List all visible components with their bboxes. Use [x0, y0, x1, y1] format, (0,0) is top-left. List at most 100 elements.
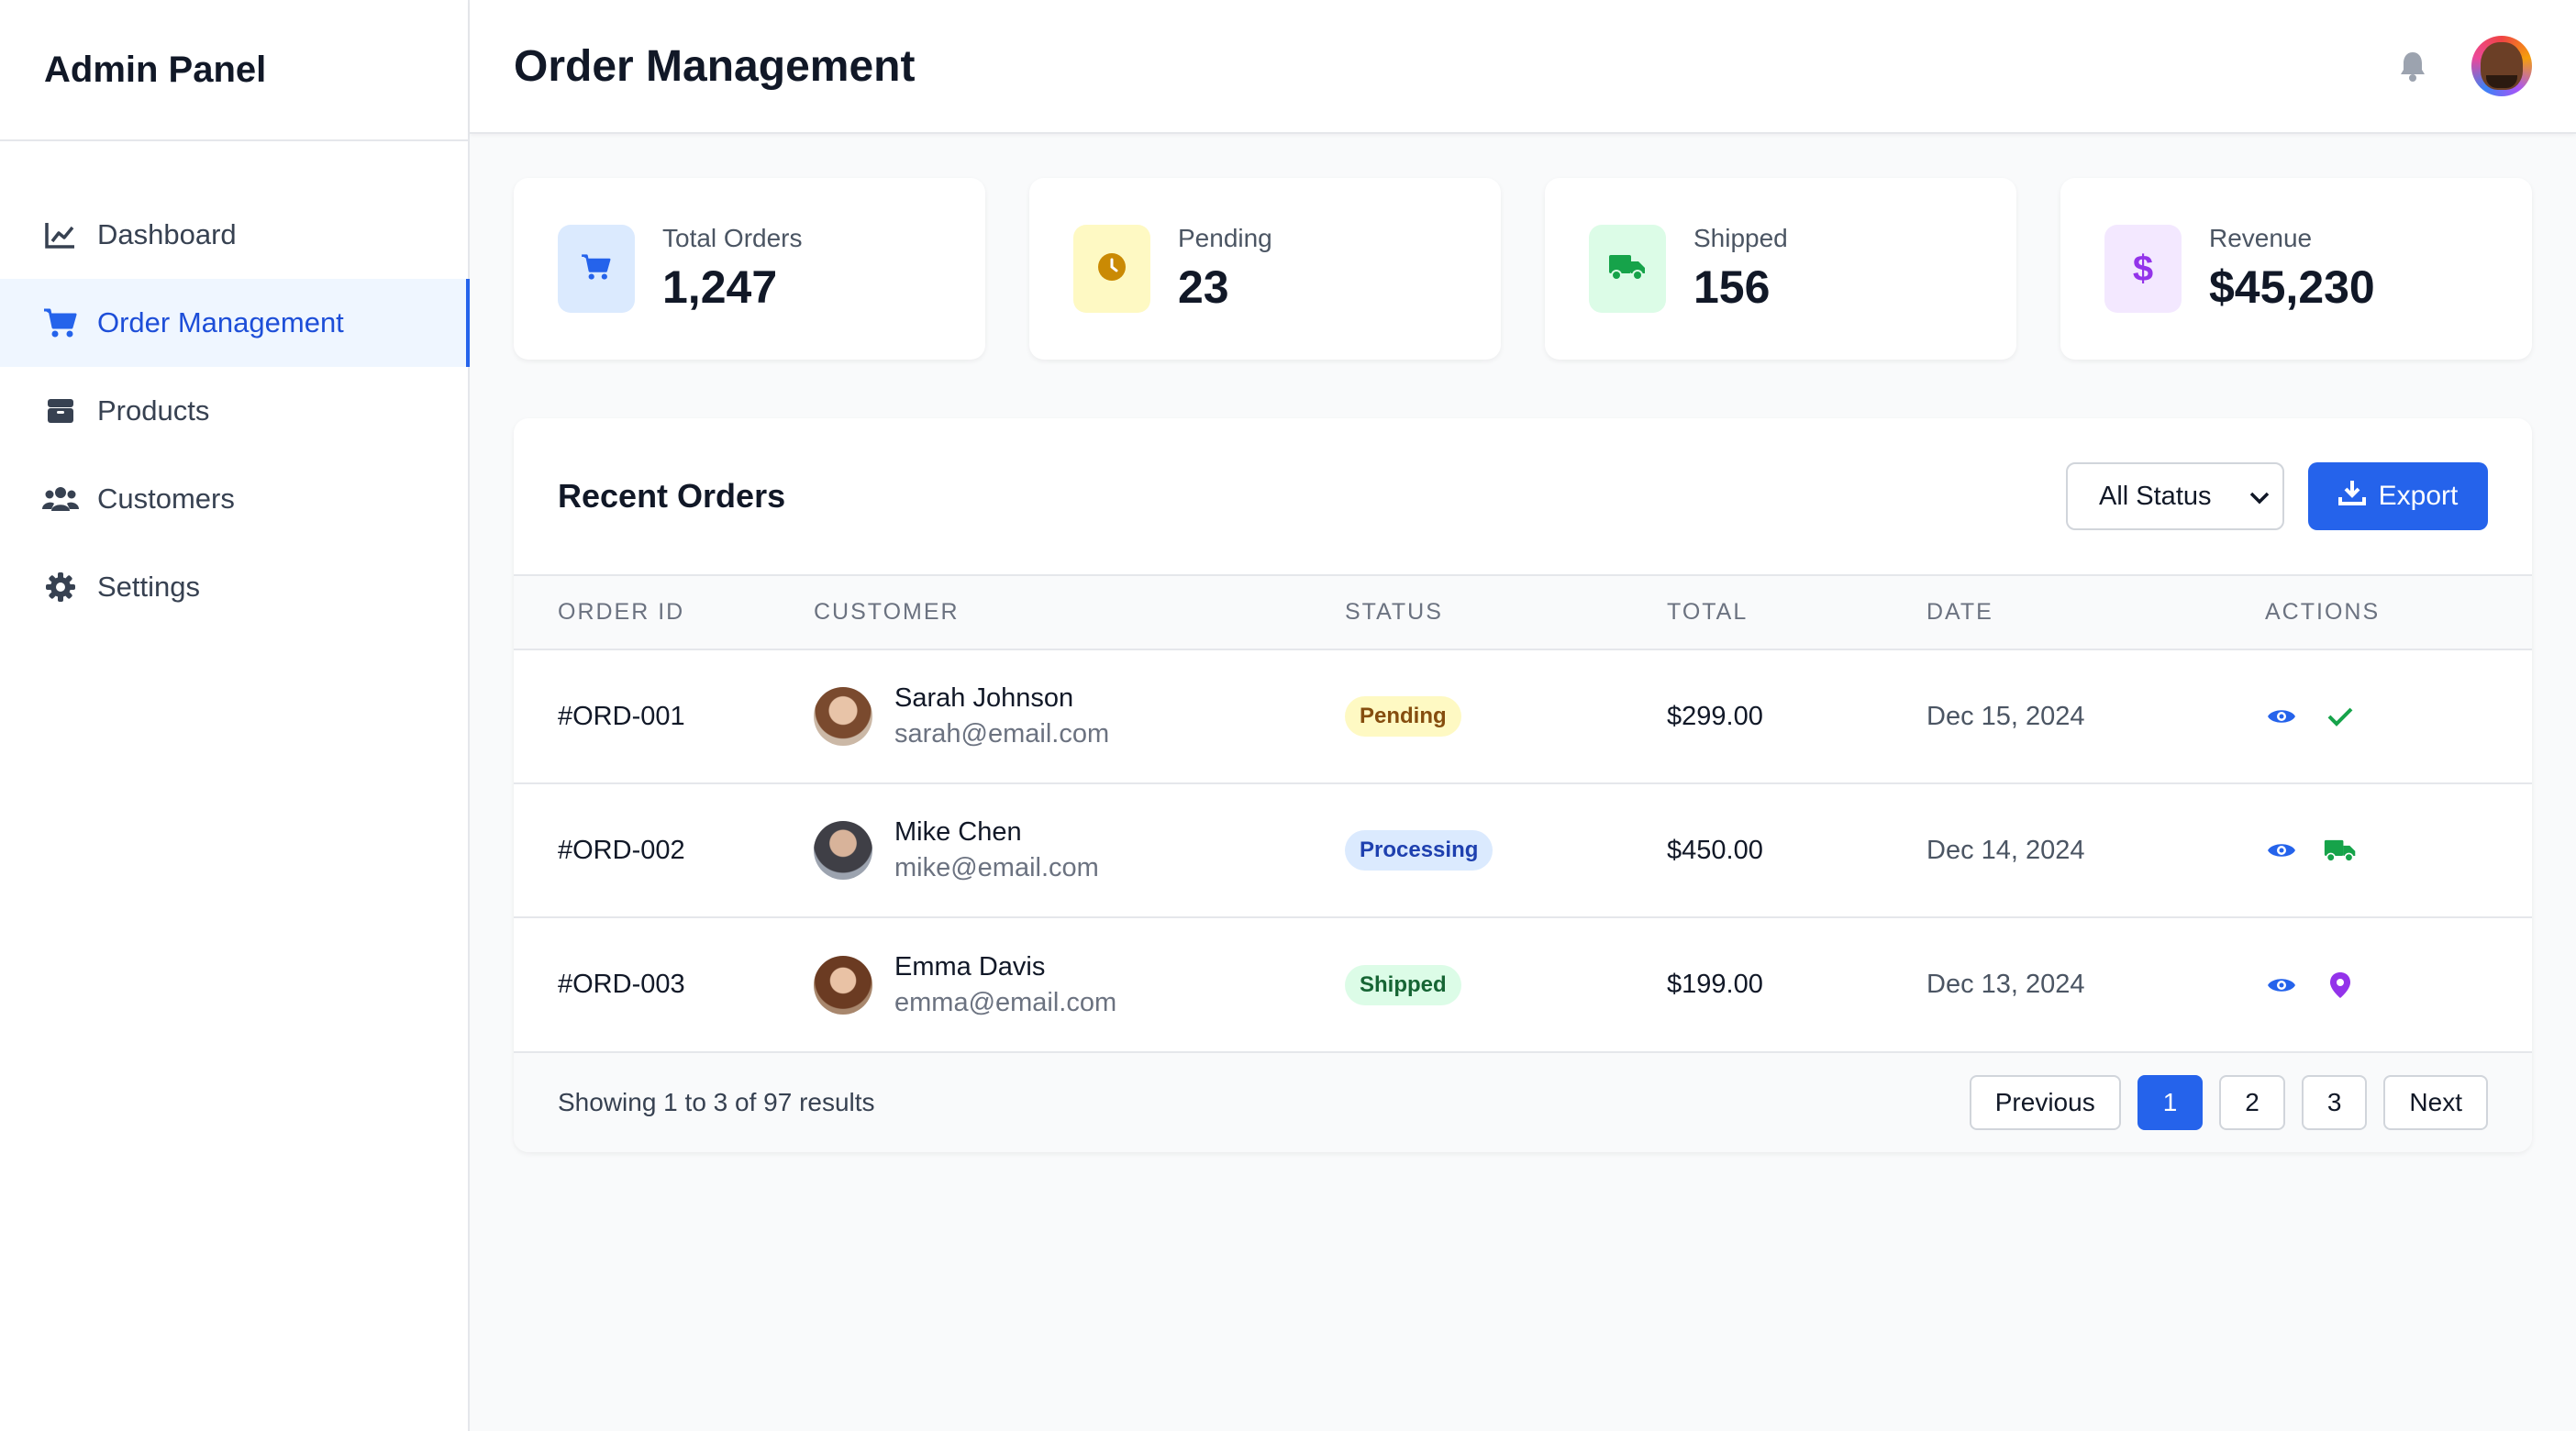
stat-label: Pending: [1178, 224, 1272, 252]
column-header-actions: Actions: [2265, 599, 2381, 625]
view-icon[interactable]: [2265, 834, 2298, 867]
export-button[interactable]: Export: [2308, 462, 2488, 530]
sidebar-item-label: Dashboard: [97, 218, 237, 250]
page-button-1[interactable]: 1: [2137, 1075, 2204, 1130]
status-badge: Shipped: [1345, 964, 1461, 1005]
customer-cell: Sarah Johnson sarah@email.com: [814, 683, 1345, 749]
customer-avatar: [814, 955, 872, 1015]
table-row: #ORD-003 Emma Davis emma@email.com Shipp…: [514, 917, 2532, 1051]
sidebar-item-customers[interactable]: Customers: [0, 455, 468, 543]
stat-icon-box: [1589, 225, 1666, 313]
dollar-icon: $: [2132, 249, 2154, 289]
customer-cell: Mike Chen mike@email.com: [814, 817, 1345, 883]
view-icon[interactable]: [2265, 969, 2298, 1002]
stat-card-revenue: $ Revenue $45,230: [2060, 178, 2532, 360]
chart-line-icon: [42, 216, 79, 253]
users-icon: [42, 481, 79, 517]
status-filter-select[interactable]: All Status: [2066, 462, 2284, 530]
sidebar-item-dashboard[interactable]: Dashboard: [0, 191, 468, 279]
column-header-customer: Customer: [814, 599, 960, 625]
check-icon[interactable]: [2324, 700, 2357, 733]
stat-card-total-orders: Total Orders 1,247: [514, 178, 985, 360]
row-actions: [2265, 700, 2532, 733]
column-header-total: Total: [1667, 599, 1749, 625]
stat-card-shipped: Shipped 156: [1545, 178, 2016, 360]
status-badge: Processing: [1345, 830, 1493, 871]
customer-cell: Emma Davis emma@email.com: [814, 952, 1345, 1018]
chevron-down-icon: [2249, 482, 2270, 512]
sidebar-item-label: Settings: [97, 571, 201, 603]
stat-icon-box: $: [2104, 225, 2182, 313]
row-actions: [2265, 969, 2532, 1002]
stat-icon-box: [1073, 225, 1150, 313]
sidebar-item-label: Customers: [97, 483, 235, 515]
order-id: #ORD-001: [558, 701, 685, 731]
stat-label: Revenue: [2209, 224, 2313, 252]
page-button-3[interactable]: 3: [2301, 1075, 2368, 1130]
bell-icon[interactable]: [2394, 48, 2431, 84]
customer-email: mike@email.com: [894, 853, 1099, 882]
cart-icon: [42, 305, 79, 341]
truck-icon: [1608, 253, 1647, 285]
orders-header: Recent Orders All Status Export: [514, 418, 2532, 576]
stat-icon-box: [558, 225, 635, 313]
order-total: $299.00: [1667, 701, 1763, 731]
customer-avatar: [814, 821, 872, 880]
customer-avatar: [814, 687, 872, 746]
next-page-button[interactable]: Next: [2383, 1075, 2488, 1130]
box-icon: [42, 393, 79, 429]
order-date: Dec 13, 2024: [1926, 970, 2085, 999]
brand-title: Admin Panel: [44, 49, 267, 90]
sidebar-item-order-management[interactable]: Order Management: [0, 279, 470, 367]
stat-value: $45,230: [2209, 261, 2375, 313]
sidebar-item-label: Order Management: [97, 306, 344, 338]
customer-name: Emma Davis: [894, 951, 1046, 982]
order-date: Dec 15, 2024: [1926, 701, 2085, 731]
stat-value: 156: [1693, 261, 1771, 313]
status-badge: Pending: [1345, 696, 1461, 737]
topbar: Order Management: [470, 0, 2576, 134]
view-icon[interactable]: [2265, 700, 2298, 733]
stat-label: Shipped: [1693, 224, 1788, 252]
sidebar-item-settings[interactable]: Settings: [0, 543, 468, 631]
status-filter-value: All Status: [2099, 481, 2212, 511]
pagination: Previous 1 2 3 Next: [1969, 1075, 2488, 1130]
orders-controls: All Status Export: [2066, 462, 2488, 530]
table-header-row: Order ID Customer Status Total Date Acti…: [514, 576, 2532, 649]
customer-name: Sarah Johnson: [894, 683, 1074, 713]
table-row: #ORD-001 Sarah Johnson sarah@email.com P…: [514, 649, 2532, 783]
content: Total Orders 1,247 Pending 23 Shipped 15…: [470, 134, 2576, 1152]
clock-icon: [1097, 252, 1127, 286]
truck-icon[interactable]: [2324, 834, 2357, 867]
row-actions: [2265, 834, 2532, 867]
previous-page-button[interactable]: Previous: [1969, 1075, 2121, 1130]
sidebar-item-products[interactable]: Products: [0, 367, 468, 455]
orders-table: Order ID Customer Status Total Date Acti…: [514, 576, 2532, 1051]
user-avatar[interactable]: [2471, 36, 2532, 96]
sidebar: Admin Panel Dashboard Order Management P…: [0, 0, 470, 1431]
column-header-order-id: Order ID: [558, 599, 685, 625]
orders-footer: Showing 1 to 3 of 97 results Previous 1 …: [514, 1051, 2532, 1152]
order-id: #ORD-003: [558, 970, 685, 999]
order-total: $199.00: [1667, 970, 1763, 999]
sidebar-item-label: Products: [97, 394, 210, 427]
column-header-date: Date: [1926, 599, 1993, 625]
column-header-status: Status: [1345, 599, 1443, 625]
stat-card-pending: Pending 23: [1029, 178, 1501, 360]
results-summary: Showing 1 to 3 of 97 results: [558, 1088, 875, 1116]
page-title: Order Management: [514, 41, 916, 91]
gear-icon: [42, 569, 79, 605]
download-icon: [2337, 479, 2366, 514]
topbar-actions: [2394, 36, 2532, 96]
customer-name: Mike Chen: [894, 817, 1022, 847]
customer-email: emma@email.com: [894, 987, 1117, 1017]
map-pin-icon[interactable]: [2324, 969, 2357, 1002]
table-row: #ORD-002 Mike Chen mike@email.com Proces…: [514, 783, 2532, 917]
stat-value: 1,247: [662, 261, 778, 313]
customer-email: sarah@email.com: [894, 719, 1110, 749]
cart-icon: [581, 253, 612, 285]
stat-value: 23: [1178, 261, 1229, 313]
recent-orders-card: Recent Orders All Status Export ORDER ID…: [514, 418, 2532, 1152]
page-button-2[interactable]: 2: [2219, 1075, 2285, 1130]
main: Order Management Total Orders 1,247 Pend…: [470, 0, 2576, 1431]
